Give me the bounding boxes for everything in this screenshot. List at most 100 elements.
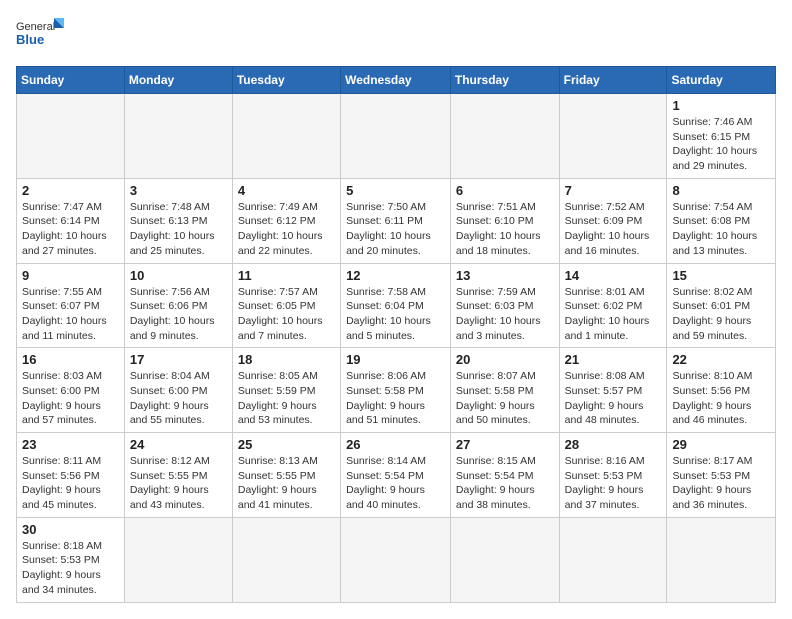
calendar-cell: 29 Sunrise: 8:17 AM Sunset: 5:53 PM Dayli… — [667, 433, 776, 518]
day-number: 8 — [672, 183, 770, 198]
day-info: Sunrise: 7:52 AM Sunset: 6:09 PM Dayligh… — [565, 200, 662, 259]
day-info: Sunrise: 8:14 AM Sunset: 5:54 PM Dayligh… — [346, 454, 445, 513]
day-number: 29 — [672, 437, 770, 452]
calendar-cell: 20 Sunrise: 8:07 AM Sunset: 5:58 PM Dayli… — [450, 348, 559, 433]
calendar-cell: 14 Sunrise: 8:01 AM Sunset: 6:02 PM Dayli… — [559, 263, 667, 348]
calendar-week-row: 2Sunrise: 7:47 AM Sunset: 6:14 PM Daylig… — [17, 178, 776, 263]
weekday-header: Sunday — [17, 67, 125, 94]
weekday-header: Friday — [559, 67, 667, 94]
calendar-cell — [124, 94, 232, 179]
calendar-cell — [450, 94, 559, 179]
day-info: Sunrise: 7:50 AM Sunset: 6:11 PM Dayligh… — [346, 200, 445, 259]
day-number: 19 — [346, 352, 445, 367]
calendar-week-row: 16Sunrise: 8:03 AM Sunset: 6:00 PM Dayli… — [17, 348, 776, 433]
day-number: 25 — [238, 437, 335, 452]
day-info: Sunrise: 7:58 AM Sunset: 6:04 PM Dayligh… — [346, 285, 445, 344]
calendar-week-row: 9 Sunrise: 7:55 AM Sunset: 6:07 PM Daylig… — [17, 263, 776, 348]
calendar-cell: 21Sunrise: 8:08 AM Sunset: 5:57 PM Dayli… — [559, 348, 667, 433]
calendar-cell: 12 Sunrise: 7:58 AM Sunset: 6:04 PM Dayli… — [341, 263, 451, 348]
calendar-week-row: 23 Sunrise: 8:11 AM Sunset: 5:56 PM Dayli… — [17, 433, 776, 518]
calendar-cell — [341, 517, 451, 602]
calendar-cell: 15Sunrise: 8:02 AM Sunset: 6:01 PM Dayli… — [667, 263, 776, 348]
weekday-header: Saturday — [667, 67, 776, 94]
day-info: Sunrise: 8:12 AM Sunset: 5:55 PM Dayligh… — [130, 454, 227, 513]
day-number: 26 — [346, 437, 445, 452]
day-number: 23 — [22, 437, 119, 452]
weekday-header: Monday — [124, 67, 232, 94]
day-number: 6 — [456, 183, 554, 198]
day-number: 4 — [238, 183, 335, 198]
calendar-cell: 13Sunrise: 7:59 AM Sunset: 6:03 PM Dayli… — [450, 263, 559, 348]
day-number: 14 — [565, 268, 662, 283]
calendar-cell — [124, 517, 232, 602]
day-number: 10 — [130, 268, 227, 283]
calendar-cell: 26 Sunrise: 8:14 AM Sunset: 5:54 PM Dayli… — [341, 433, 451, 518]
calendar-cell: 4 Sunrise: 7:49 AM Sunset: 6:12 PM Daylig… — [232, 178, 340, 263]
calendar-cell — [667, 517, 776, 602]
day-info: Sunrise: 8:01 AM Sunset: 6:02 PM Dayligh… — [565, 285, 662, 344]
weekday-header: Wednesday — [341, 67, 451, 94]
day-info: Sunrise: 8:06 AM Sunset: 5:58 PM Dayligh… — [346, 369, 445, 428]
logo-svg: General Blue — [16, 16, 66, 58]
calendar-cell: 23 Sunrise: 8:11 AM Sunset: 5:56 PM Dayli… — [17, 433, 125, 518]
calendar-table: SundayMondayTuesdayWednesdayThursdayFrid… — [16, 66, 776, 603]
day-number: 11 — [238, 268, 335, 283]
weekday-header: Tuesday — [232, 67, 340, 94]
calendar-cell: 5 Sunrise: 7:50 AM Sunset: 6:11 PM Daylig… — [341, 178, 451, 263]
day-info: Sunrise: 8:15 AM Sunset: 5:54 PM Dayligh… — [456, 454, 554, 513]
calendar-cell: 22 Sunrise: 8:10 AM Sunset: 5:56 PM Dayli… — [667, 348, 776, 433]
calendar-cell — [17, 94, 125, 179]
calendar-week-row: 30Sunrise: 8:18 AM Sunset: 5:53 PM Dayli… — [17, 517, 776, 602]
day-number: 24 — [130, 437, 227, 452]
logo: General Blue — [16, 16, 66, 58]
day-number: 20 — [456, 352, 554, 367]
calendar-cell: 11Sunrise: 7:57 AM Sunset: 6:05 PM Dayli… — [232, 263, 340, 348]
day-number: 3 — [130, 183, 227, 198]
svg-text:Blue: Blue — [16, 32, 44, 47]
calendar-cell: 2Sunrise: 7:47 AM Sunset: 6:14 PM Daylig… — [17, 178, 125, 263]
day-info: Sunrise: 8:02 AM Sunset: 6:01 PM Dayligh… — [672, 285, 770, 344]
day-info: Sunrise: 8:05 AM Sunset: 5:59 PM Dayligh… — [238, 369, 335, 428]
day-info: Sunrise: 8:10 AM Sunset: 5:56 PM Dayligh… — [672, 369, 770, 428]
day-info: Sunrise: 8:07 AM Sunset: 5:58 PM Dayligh… — [456, 369, 554, 428]
day-number: 22 — [672, 352, 770, 367]
day-info: Sunrise: 8:13 AM Sunset: 5:55 PM Dayligh… — [238, 454, 335, 513]
calendar-cell: 27Sunrise: 8:15 AM Sunset: 5:54 PM Dayli… — [450, 433, 559, 518]
day-info: Sunrise: 7:46 AM Sunset: 6:15 PM Dayligh… — [672, 115, 770, 174]
day-info: Sunrise: 8:08 AM Sunset: 5:57 PM Dayligh… — [565, 369, 662, 428]
day-info: Sunrise: 7:54 AM Sunset: 6:08 PM Dayligh… — [672, 200, 770, 259]
day-number: 2 — [22, 183, 119, 198]
day-info: Sunrise: 7:56 AM Sunset: 6:06 PM Dayligh… — [130, 285, 227, 344]
day-number: 18 — [238, 352, 335, 367]
day-number: 5 — [346, 183, 445, 198]
calendar-cell — [232, 517, 340, 602]
calendar-cell: 8 Sunrise: 7:54 AM Sunset: 6:08 PM Daylig… — [667, 178, 776, 263]
calendar-cell: 25 Sunrise: 8:13 AM Sunset: 5:55 PM Dayli… — [232, 433, 340, 518]
calendar-cell — [559, 94, 667, 179]
header: General Blue — [16, 16, 776, 58]
day-number: 30 — [22, 522, 119, 537]
day-info: Sunrise: 7:51 AM Sunset: 6:10 PM Dayligh… — [456, 200, 554, 259]
day-number: 7 — [565, 183, 662, 198]
calendar-cell: 28Sunrise: 8:16 AM Sunset: 5:53 PM Dayli… — [559, 433, 667, 518]
calendar-cell: 18 Sunrise: 8:05 AM Sunset: 5:59 PM Dayli… — [232, 348, 340, 433]
calendar-cell: 7 Sunrise: 7:52 AM Sunset: 6:09 PM Daylig… — [559, 178, 667, 263]
calendar-week-row: 1 Sunrise: 7:46 AM Sunset: 6:15 PM Daylig… — [17, 94, 776, 179]
day-number: 1 — [672, 98, 770, 113]
day-number: 17 — [130, 352, 227, 367]
day-info: Sunrise: 8:17 AM Sunset: 5:53 PM Dayligh… — [672, 454, 770, 513]
calendar-cell: 30Sunrise: 8:18 AM Sunset: 5:53 PM Dayli… — [17, 517, 125, 602]
calendar-cell: 3 Sunrise: 7:48 AM Sunset: 6:13 PM Daylig… — [124, 178, 232, 263]
day-number: 9 — [22, 268, 119, 283]
day-info: Sunrise: 7:55 AM Sunset: 6:07 PM Dayligh… — [22, 285, 119, 344]
day-info: Sunrise: 8:11 AM Sunset: 5:56 PM Dayligh… — [22, 454, 119, 513]
day-info: Sunrise: 7:49 AM Sunset: 6:12 PM Dayligh… — [238, 200, 335, 259]
calendar-cell — [341, 94, 451, 179]
calendar-cell: 24 Sunrise: 8:12 AM Sunset: 5:55 PM Dayli… — [124, 433, 232, 518]
day-number: 12 — [346, 268, 445, 283]
day-number: 28 — [565, 437, 662, 452]
day-info: Sunrise: 7:48 AM Sunset: 6:13 PM Dayligh… — [130, 200, 227, 259]
weekday-header-row: SundayMondayTuesdayWednesdayThursdayFrid… — [17, 67, 776, 94]
day-number: 16 — [22, 352, 119, 367]
calendar-cell — [559, 517, 667, 602]
